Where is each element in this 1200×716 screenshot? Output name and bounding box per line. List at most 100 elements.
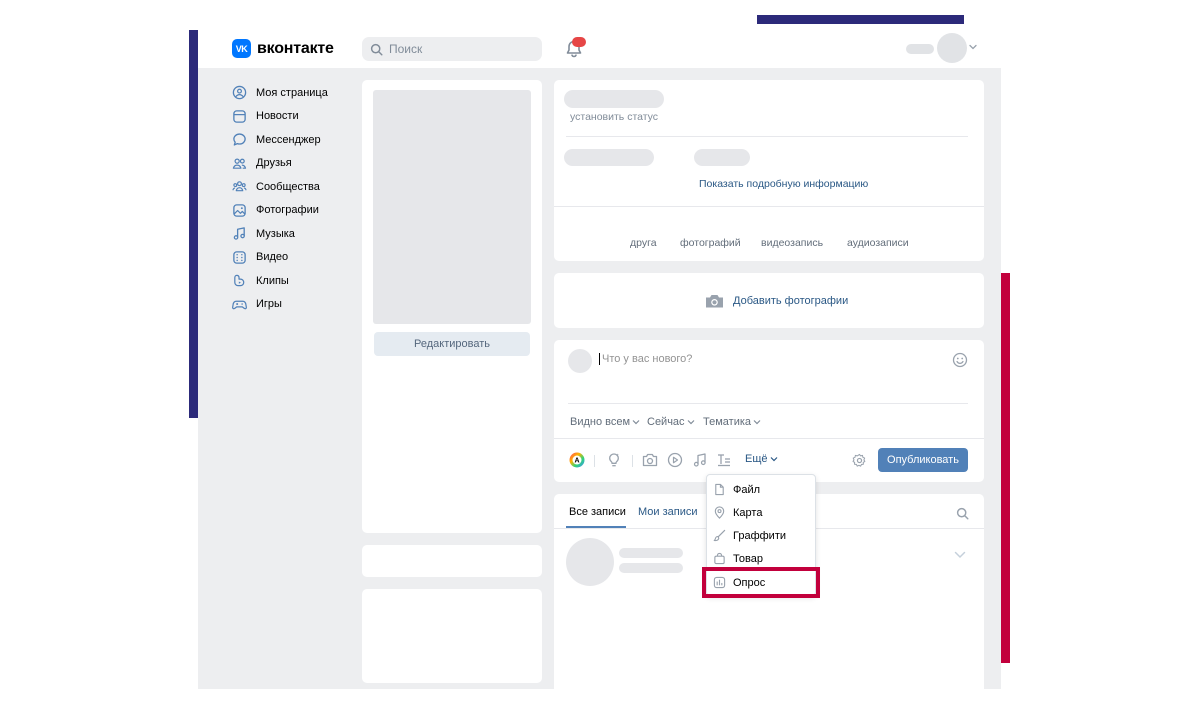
info-placeholder xyxy=(694,149,750,166)
topic-dropdown[interactable]: Тематика xyxy=(703,416,761,428)
sidebar-item-my-page[interactable]: Моя страница xyxy=(232,81,352,105)
friends-icon xyxy=(232,158,247,169)
colorful-background-icon[interactable]: A xyxy=(569,452,585,468)
info-placeholder xyxy=(564,149,654,166)
sidebar-item-clips[interactable]: Клипы xyxy=(232,269,352,293)
tab-all-posts[interactable]: Все записи xyxy=(569,506,626,518)
counter-friends[interactable]: друга xyxy=(630,237,657,249)
counter-videos[interactable]: видеозапись xyxy=(761,237,823,249)
divider xyxy=(554,438,984,439)
menu-item-file[interactable]: Файл xyxy=(707,478,815,501)
vk-logo-icon: VK xyxy=(232,39,251,58)
message-icon xyxy=(233,133,246,146)
counter-photos[interactable]: фотографий xyxy=(680,237,741,249)
profile-name-placeholder xyxy=(564,90,664,108)
post-composer-card: Видно всем Сейчас Тематика A Ещё Опублик… xyxy=(554,340,984,482)
sidebar-menu: Моя страница Новости Мессенджер Друзья С… xyxy=(232,81,352,316)
chevron-down-icon[interactable] xyxy=(969,44,977,50)
more-attachments-dropdown[interactable]: Ещё xyxy=(745,453,778,465)
menu-item-product[interactable]: Товар xyxy=(707,547,815,570)
add-photos-button[interactable]: Добавить фотографии xyxy=(704,293,848,309)
menu-item-label: Карта xyxy=(733,506,763,519)
counter-audios[interactable]: аудиозаписи xyxy=(847,237,909,249)
sidebar-item-video[interactable]: Видео xyxy=(232,246,352,270)
show-details-link[interactable]: Показать подробную информацию xyxy=(699,178,868,190)
menu-item-poll[interactable]: Опрос xyxy=(707,571,815,594)
map-pin-icon xyxy=(714,506,725,519)
poll-icon xyxy=(713,576,726,589)
avatar xyxy=(566,538,614,586)
toolbar-separator xyxy=(594,455,595,467)
sidebar-item-label: Музыка xyxy=(256,227,295,240)
avatar[interactable] xyxy=(937,33,967,63)
divider xyxy=(568,403,968,404)
chevron-down-icon xyxy=(753,420,761,425)
profile-photo[interactable] xyxy=(373,90,531,324)
chevron-down-icon[interactable] xyxy=(954,551,966,559)
news-icon xyxy=(233,109,246,123)
camera-icon xyxy=(706,295,723,308)
vk-window: VK вконтакте Моя страница Новости xyxy=(198,30,1001,689)
decorative-bar-right xyxy=(1001,273,1010,663)
sidebar-item-label: Сообщества xyxy=(256,180,320,193)
camera-icon[interactable] xyxy=(642,453,658,467)
sidebar-item-games[interactable]: Игры xyxy=(232,293,352,317)
post-date-placeholder xyxy=(619,563,683,573)
time-dropdown[interactable]: Сейчас xyxy=(647,416,695,428)
visibility-label: Видно всем xyxy=(570,416,631,428)
menu-item-label: Товар xyxy=(733,552,763,565)
idea-bulb-icon[interactable] xyxy=(606,452,622,468)
sidebar-item-communities[interactable]: Сообщества xyxy=(232,175,352,199)
attachment-menu: Файл Карта Граффити Товар Опрос xyxy=(706,474,816,596)
menu-item-label: Файл xyxy=(733,483,761,496)
publish-button[interactable]: Опубликовать xyxy=(878,448,968,472)
sidebar-item-label: Клипы xyxy=(256,274,289,287)
visibility-dropdown[interactable]: Видно всем xyxy=(570,416,640,428)
user-name-placeholder[interactable] xyxy=(906,44,934,54)
sidebar-item-label: Фотографии xyxy=(256,204,319,217)
search-box[interactable] xyxy=(362,37,542,61)
sidebar-item-label: Новости xyxy=(256,110,299,123)
sidebar-item-news[interactable]: Новости xyxy=(232,105,352,129)
menu-item-map[interactable]: Карта xyxy=(707,501,815,524)
screenshot-stage: VK вконтакте Моя страница Новости xyxy=(0,0,1200,716)
time-label: Сейчас xyxy=(647,416,685,428)
menu-item-label: Опрос xyxy=(733,576,766,589)
search-input[interactable] xyxy=(389,42,529,56)
chevron-down-icon xyxy=(632,420,640,425)
sidebar-item-friends[interactable]: Друзья xyxy=(232,152,352,176)
post-author-placeholder xyxy=(619,548,683,558)
add-photos-label: Добавить фотографии xyxy=(733,295,849,307)
menu-item-graffiti[interactable]: Граффити xyxy=(707,524,815,547)
avatar xyxy=(568,349,592,373)
set-status-link[interactable]: установить статус xyxy=(570,111,658,123)
sidebar-item-label: Видео xyxy=(256,251,289,264)
sidebar-item-messenger[interactable]: Мессенджер xyxy=(232,128,352,152)
gear-icon[interactable] xyxy=(852,453,867,468)
search-icon[interactable] xyxy=(956,507,969,520)
sidebar-item-photos[interactable]: Фотографии xyxy=(232,199,352,223)
divider xyxy=(566,136,968,137)
vk-logo[interactable]: VK вконтакте xyxy=(232,39,334,58)
music-icon xyxy=(233,227,245,240)
profile-side-block xyxy=(362,545,542,577)
sidebar-item-label: Моя страница xyxy=(256,86,328,99)
communities-icon xyxy=(232,181,247,192)
decorative-bar-top xyxy=(757,15,964,24)
profile-side-block xyxy=(362,589,542,683)
user-circle-icon xyxy=(232,86,247,100)
photos-icon xyxy=(233,203,246,217)
emoji-icon[interactable] xyxy=(952,352,968,368)
profile-photo-card: Редактировать xyxy=(362,80,542,533)
bag-icon xyxy=(714,552,725,565)
new-post-input[interactable] xyxy=(599,353,929,365)
article-icon[interactable] xyxy=(716,452,732,468)
edit-profile-button[interactable]: Редактировать xyxy=(374,332,530,356)
sidebar-item-music[interactable]: Музыка xyxy=(232,222,352,246)
video-play-icon[interactable] xyxy=(667,452,683,468)
brush-icon xyxy=(713,529,726,542)
tab-my-posts[interactable]: Мои записи xyxy=(638,506,698,518)
search-icon xyxy=(370,43,383,56)
top-header: VK вконтакте xyxy=(198,30,1001,68)
music-icon[interactable] xyxy=(692,452,708,468)
